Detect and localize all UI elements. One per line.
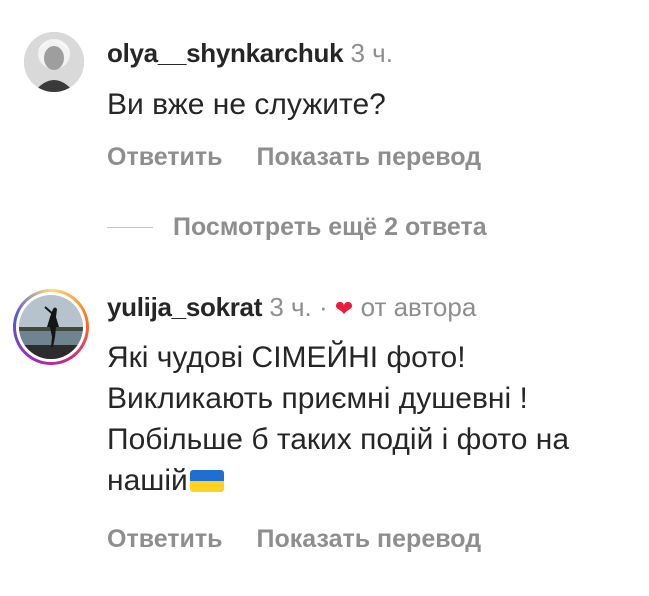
liked-by-author-label: от автора xyxy=(360,292,477,322)
heart-icon: ❤ xyxy=(334,296,354,321)
separator: · xyxy=(319,292,328,322)
avatar-photo-icon xyxy=(19,295,83,359)
avatar-photo-icon xyxy=(24,32,84,92)
comment-header: olya__shynkarchuk 3 ч. xyxy=(107,38,393,68)
avatar[interactable] xyxy=(24,32,84,92)
comment-actions: Ответить Показать перевод xyxy=(107,142,481,172)
reply-button[interactable]: Ответить xyxy=(107,524,223,554)
comment-header: yulija_sokrat 3 ч. · ❤ от автора xyxy=(107,292,476,324)
view-replies-button[interactable]: Посмотреть ещё 2 ответа xyxy=(107,212,487,242)
show-translation-button[interactable]: Показать перевод xyxy=(257,524,482,554)
timestamp: 3 ч. xyxy=(350,38,393,68)
username[interactable]: olya__shynkarchuk xyxy=(107,38,344,68)
avatar xyxy=(19,295,83,359)
comment-actions: Ответить Показать перевод xyxy=(107,524,481,554)
comment-text: Ви вже не служите? xyxy=(107,88,386,121)
view-replies-label: Посмотреть ещё 2 ответа xyxy=(173,212,487,241)
ukraine-flag-icon xyxy=(189,470,224,492)
comment-text: Які чудові СІМЕЙНІ фото! Викликають приє… xyxy=(107,337,627,501)
story-ring[interactable] xyxy=(13,289,89,365)
comment-text-body: Які чудові СІМЕЙНІ фото! Викликають приє… xyxy=(107,341,570,497)
divider xyxy=(107,226,153,228)
username[interactable]: yulija_sokrat xyxy=(107,292,262,322)
show-translation-button[interactable]: Показать перевод xyxy=(257,142,482,172)
timestamp: 3 ч. xyxy=(269,292,312,322)
reply-button[interactable]: Ответить xyxy=(107,142,223,172)
